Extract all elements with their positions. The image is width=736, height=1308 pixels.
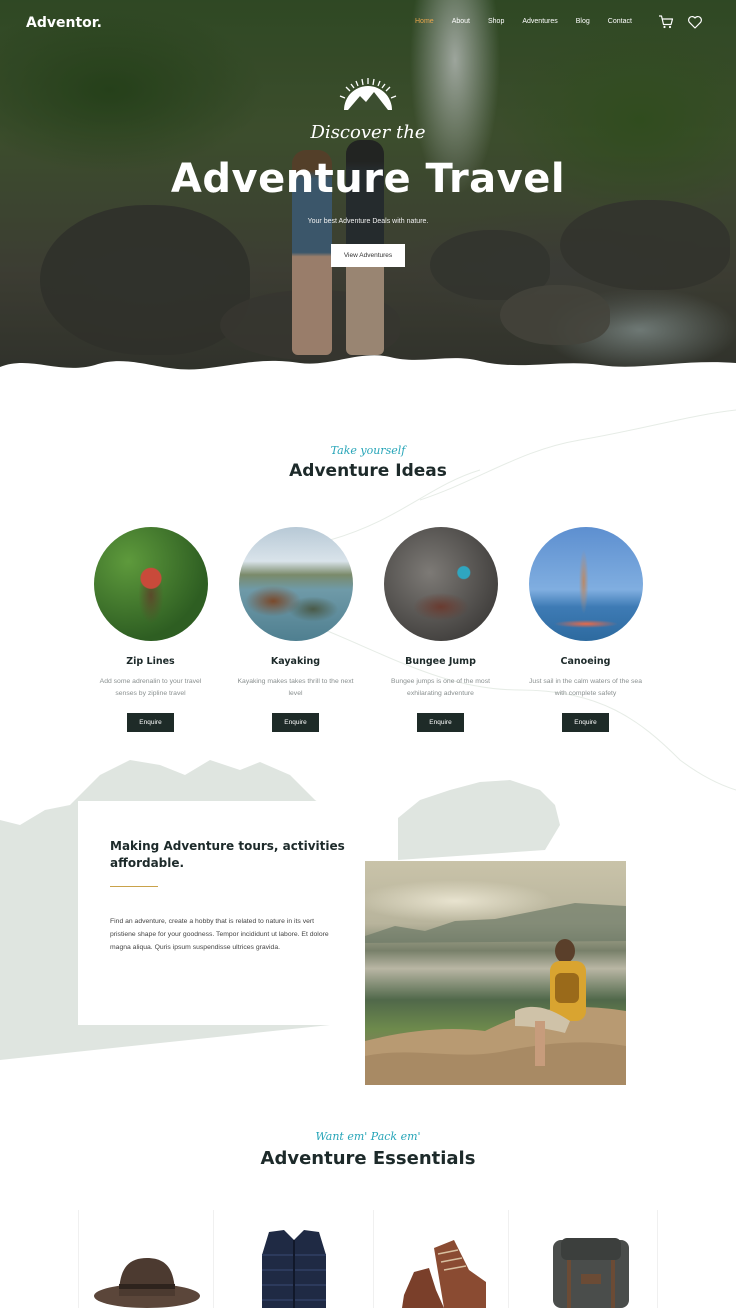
hero-banner: Adventor. Home About Shop Adventures Blo…: [0, 0, 736, 385]
idea-card-ziplines: Zip Lines Add some adrenalin to your tra…: [78, 527, 223, 732]
heart-icon[interactable]: [687, 14, 703, 30]
essentials-eyebrow: Want em' Pack em': [315, 1130, 421, 1143]
idea-card-kayaking: Kayaking Kayaking makes takes thrill to …: [223, 527, 368, 732]
hero-wave-divider: [0, 355, 736, 385]
idea-card-bungee: Bungee Jump Bungee jumps is one of the m…: [368, 527, 513, 732]
affordable-card: Making Adventure tours, activities affor…: [78, 801, 396, 1025]
nav-item-contact[interactable]: Contact: [608, 18, 632, 25]
title-underline: [110, 886, 158, 887]
nav-item-home[interactable]: Home: [415, 18, 434, 25]
ideas-eyebrow: Take yourself: [330, 444, 406, 457]
essentials-title: Adventure Essentials: [260, 1148, 476, 1169]
nav-item-adventures[interactable]: Adventures: [522, 18, 557, 25]
bungee-image: [383, 527, 498, 641]
affordable-body: Find an adventure, create a hobby that i…: [110, 918, 329, 951]
hiker-photo: [365, 861, 626, 1085]
product-boots[interactable]: [373, 1210, 508, 1308]
idea-description: Bungee jumps is one of the most exhilara…: [391, 678, 490, 697]
top-nav: Adventor. Home About Shop Adventures Blo…: [0, 0, 736, 46]
hiker-illustration: [365, 903, 626, 1085]
idea-title: Bungee Jump: [405, 656, 476, 667]
boots-icon: [402, 1240, 486, 1308]
idea-title: Kayaking: [270, 656, 321, 667]
view-adventures-button[interactable]: View Adventures: [331, 244, 405, 267]
hat-icon: [94, 1258, 200, 1308]
idea-card-canoeing: Canoeing Just sail in the calm waters of…: [513, 527, 658, 732]
idea-title: Zip Lines: [126, 656, 175, 667]
enquire-button[interactable]: Enquire: [127, 713, 174, 732]
affordable-title: Making Adventure tours, activities affor…: [110, 839, 345, 870]
vest-icon: [262, 1230, 326, 1308]
product-vest[interactable]: [213, 1210, 373, 1308]
cart-icon[interactable]: [658, 14, 674, 30]
essentials-products: [78, 1210, 658, 1308]
idea-description: Add some adrenalin to your travel senses…: [99, 678, 202, 697]
backpack-icon: [553, 1238, 629, 1308]
product-backpack[interactable]: [508, 1210, 658, 1308]
hero-eyebrow: Discover the: [310, 122, 426, 143]
ziplines-image: [93, 527, 208, 641]
hero-subtitle: Your best Adventure Deals with nature.: [307, 218, 429, 225]
ideas-title: Adventure Ideas: [289, 461, 447, 481]
idea-title: Canoeing: [560, 656, 611, 667]
product-hat[interactable]: [78, 1210, 213, 1308]
enquire-button[interactable]: Enquire: [562, 713, 609, 732]
idea-description: Just sail in the calm waters of the sea …: [529, 678, 642, 697]
sunrise-mountain-icon: [339, 78, 397, 110]
idea-description: Kayaking makes takes thrill to the next …: [237, 678, 354, 697]
nav-menu: Home About Shop Adventures Blog Contact: [415, 18, 632, 25]
nav-item-blog[interactable]: Blog: [576, 18, 590, 25]
enquire-button[interactable]: Enquire: [417, 713, 464, 732]
canoeing-image: [528, 527, 643, 641]
logo[interactable]: Adventor.: [26, 15, 102, 31]
nav-item-about[interactable]: About: [452, 18, 470, 25]
adventure-ideas-grid: Zip Lines Add some adrenalin to your tra…: [78, 527, 658, 737]
enquire-button[interactable]: Enquire: [272, 713, 319, 732]
kayaking-image: [238, 527, 353, 641]
hero-title: Adventure Travel: [170, 156, 566, 202]
nav-item-shop[interactable]: Shop: [488, 18, 504, 25]
